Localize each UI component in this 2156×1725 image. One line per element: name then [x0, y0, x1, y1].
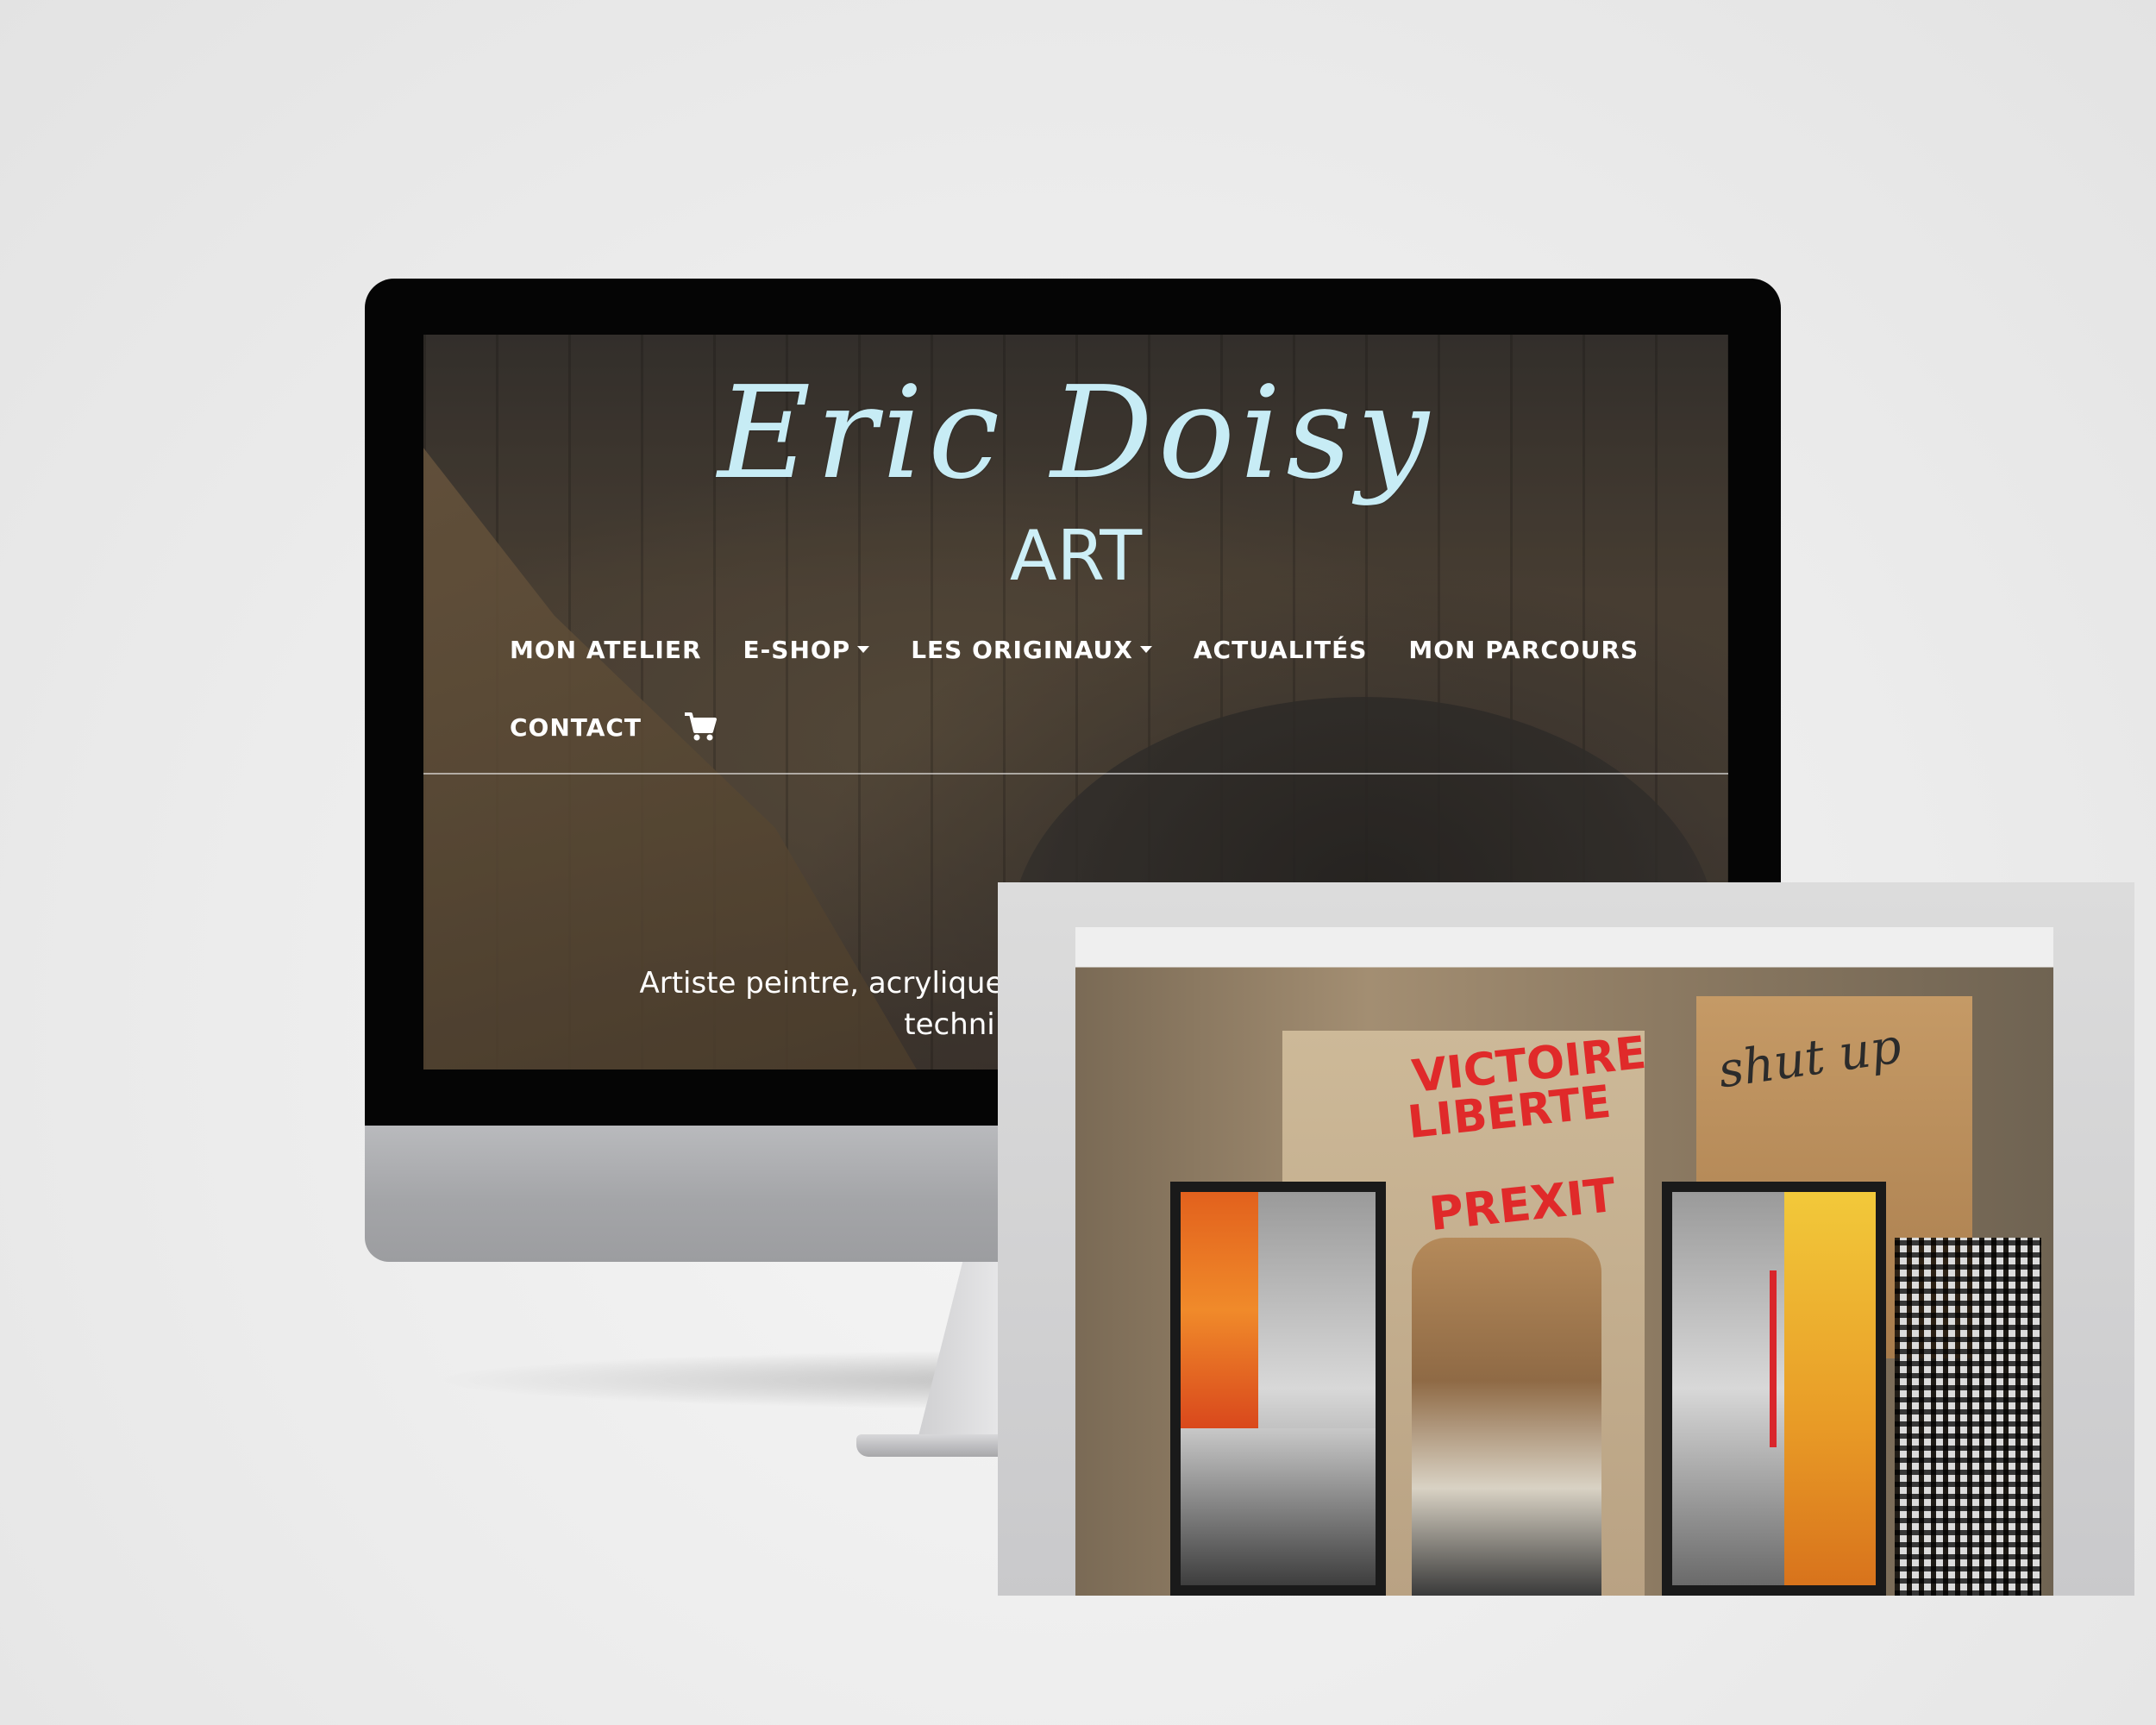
nav-item-mon-parcours[interactable]: MON PARCOURS — [1408, 636, 1639, 664]
painting-orange-area — [1181, 1192, 1259, 1428]
nav-item-label: MON PARCOURS — [1408, 635, 1639, 664]
main-navigation: MON ATELIER E-SHOP LES ORIGINAUX ACTUALI… — [510, 611, 1638, 766]
nav-item-e-shop[interactable]: E-SHOP — [743, 636, 870, 664]
shopping-cart-icon[interactable] — [683, 711, 718, 743]
framed-painting-left — [1170, 1182, 1386, 1596]
site-logo-name[interactable]: Eric Doisy — [423, 359, 1728, 507]
nav-row-2: CONTACT — [510, 688, 1631, 766]
header-divider — [423, 773, 1728, 775]
skateboard-artwork — [1412, 1238, 1601, 1596]
site-logo-subtitle[interactable]: ART — [423, 516, 1728, 596]
painting-yellow-area — [1783, 1192, 1876, 1585]
nav-row-1: MON ATELIER E-SHOP LES ORIGINAUX ACTUALI… — [510, 611, 1638, 688]
caret-down-icon — [1139, 646, 1152, 653]
nav-item-contact[interactable]: CONTACT — [510, 713, 642, 742]
nav-item-actualites[interactable]: ACTUALITÉS — [1194, 636, 1368, 664]
caret-down-icon — [857, 646, 870, 653]
nav-item-label: ACTUALITÉS — [1193, 635, 1368, 664]
framed-painting-right — [1662, 1182, 1886, 1596]
nav-item-label: LES ORIGINAUX — [911, 635, 1133, 664]
artwork-checkered-figure — [1895, 1238, 2041, 1596]
artwork-photo: VICTOIRE LIBERTE PREXIT shut up — [998, 882, 2134, 1596]
nav-item-label: MON ATELIER — [510, 635, 702, 664]
nav-item-mon-atelier[interactable]: MON ATELIER — [510, 636, 702, 664]
artwork-photo-inner: VICTOIRE LIBERTE PREXIT shut up — [1075, 927, 2053, 1596]
nav-item-label: E-SHOP — [743, 635, 851, 664]
nav-item-label: CONTACT — [510, 712, 642, 742]
painting-red-streak — [1770, 1270, 1777, 1448]
painting-body-area — [1181, 1427, 1376, 1585]
nav-item-les-originaux[interactable]: LES ORIGINAUX — [911, 636, 1152, 664]
